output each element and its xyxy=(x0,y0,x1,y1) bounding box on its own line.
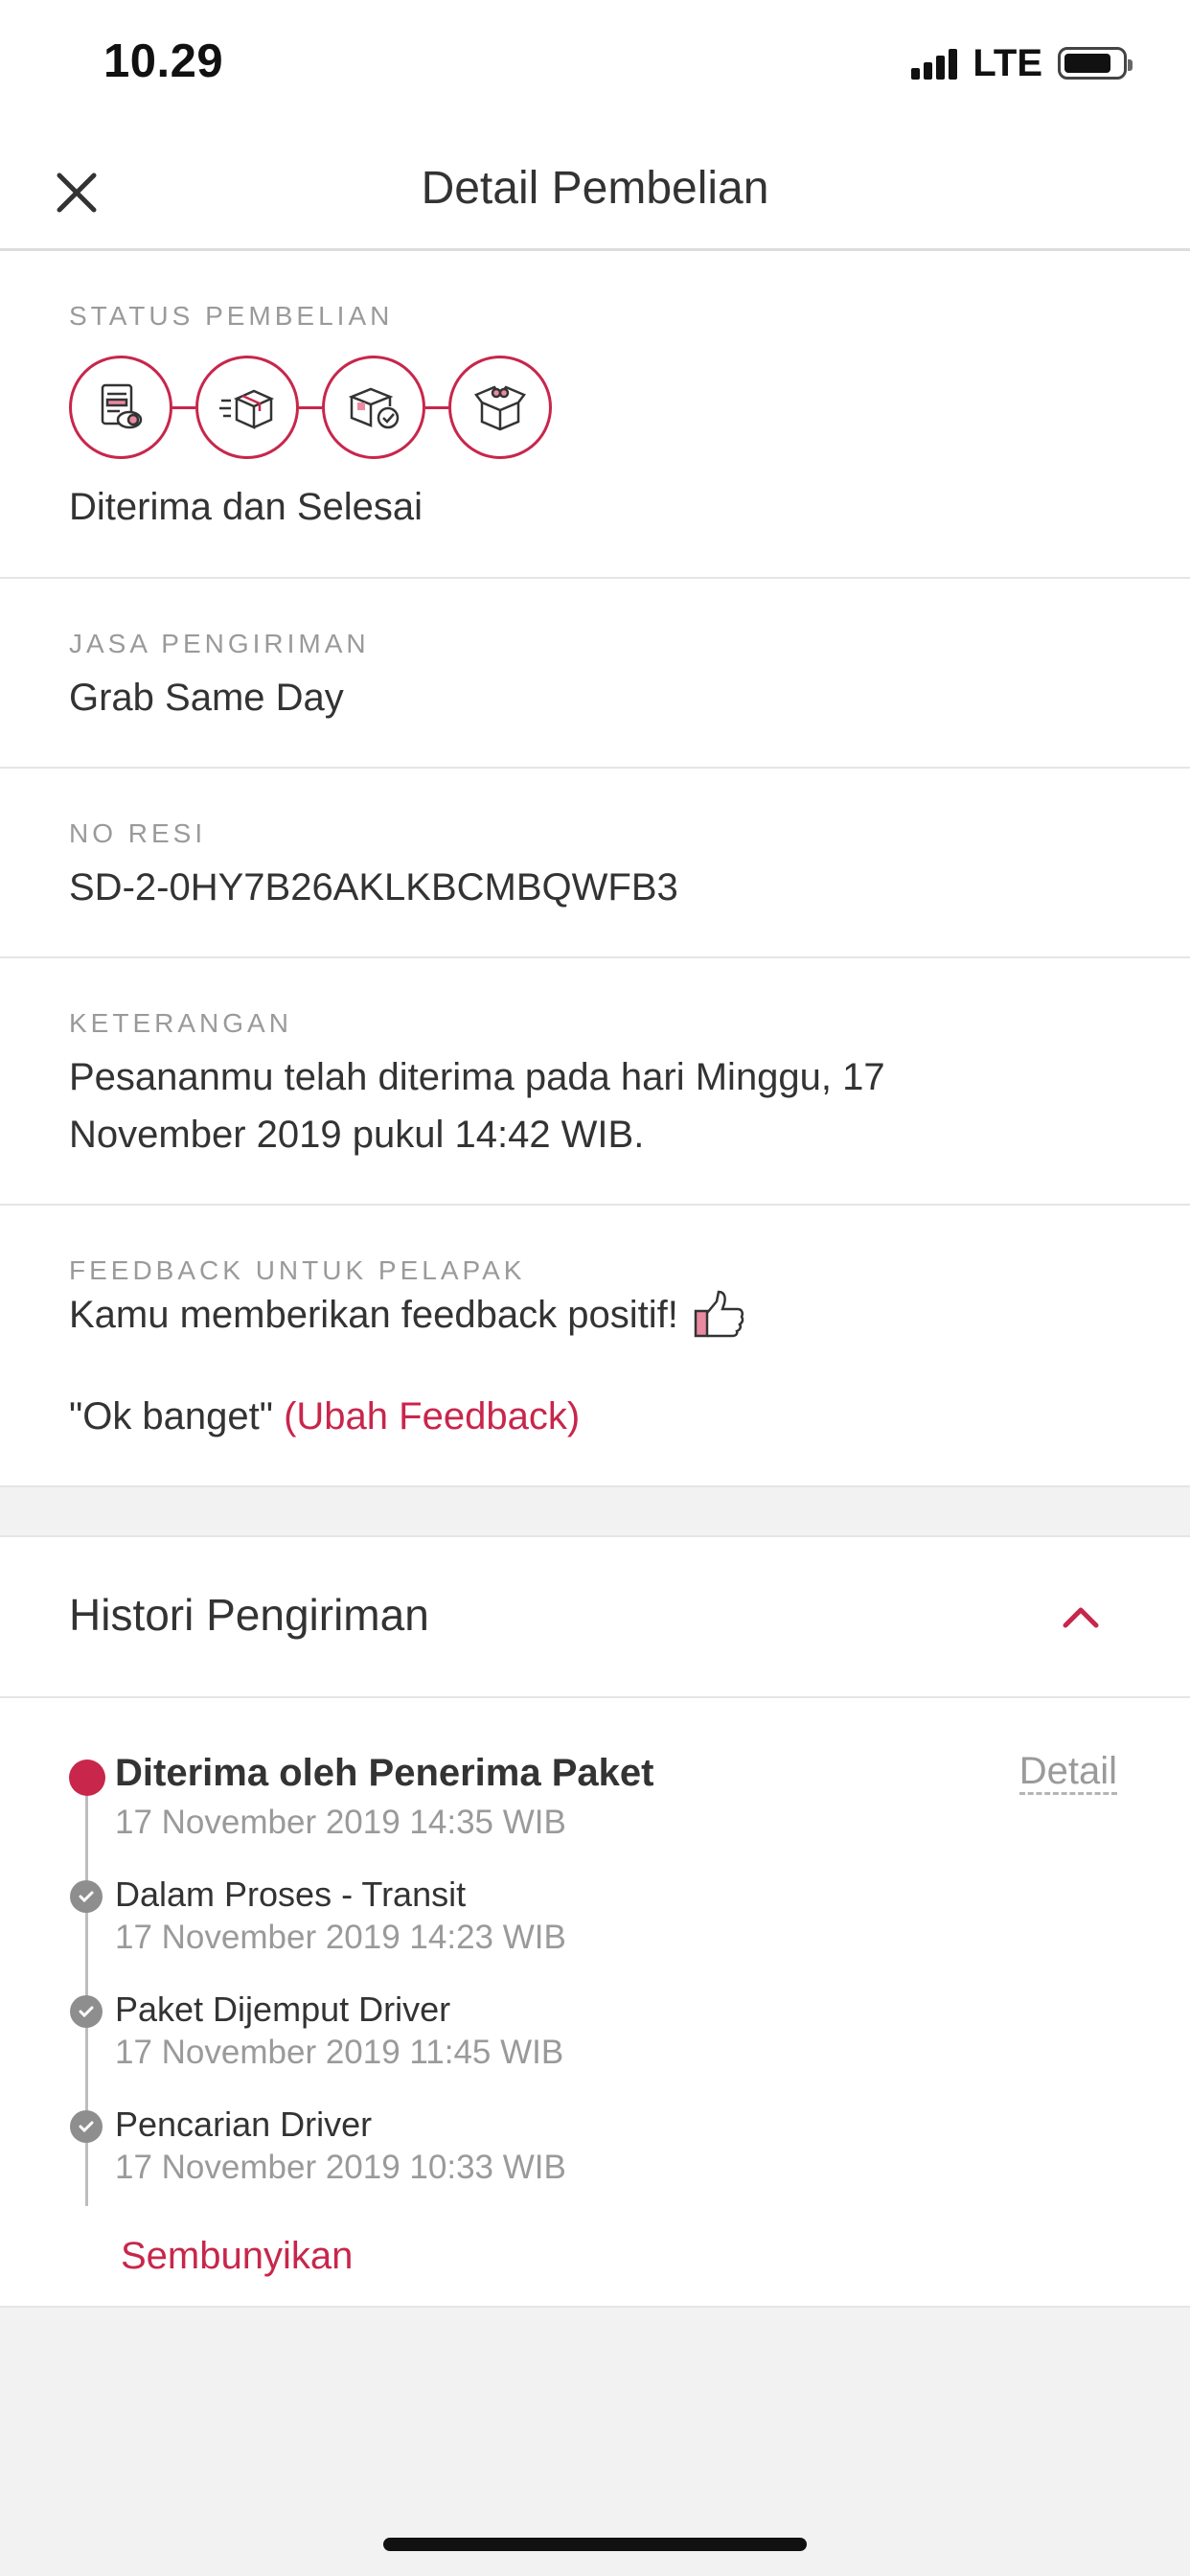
feedback-quote-row: "Ok banget" (Ubah Feedback) xyxy=(69,1388,580,1445)
detail-link[interactable]: Detail xyxy=(1018,1750,1117,1795)
feedback-message: Kamu memberikan feedback positif! xyxy=(69,1294,678,1336)
purchase-status-steps xyxy=(69,356,552,459)
notes-label: KETERANGAN xyxy=(69,1008,292,1038)
thumbs-up-icon xyxy=(694,1290,744,1338)
timeline-item-title: Diterima oleh Penerima Paket xyxy=(115,1752,654,1794)
invoice-icon xyxy=(101,383,143,429)
shipping-timeline: Detail Diterima oleh Penerima Paket 17 N… xyxy=(0,1698,1190,2308)
purchase-status-value: Diterima dan Selesai xyxy=(69,486,423,528)
timeline-item-time: 17 November 2019 10:33 WIB xyxy=(115,2149,566,2186)
network-type: LTE xyxy=(973,41,1042,84)
hide-history-link[interactable]: Sembunyikan xyxy=(121,2235,353,2278)
status-indicators: LTE xyxy=(911,41,1133,84)
status-bar: 10.29 LTE xyxy=(0,0,1190,129)
step-connector xyxy=(299,405,322,409)
receipt-label: NO RESI xyxy=(69,818,207,848)
timeline-item-title: Paket Dijemput Driver xyxy=(115,1990,451,2029)
feedback-section: FEEDBACK UNTUK PELAPAK Kamu memberikan f… xyxy=(0,1206,1190,1487)
history-title: Histori Pengiriman xyxy=(69,1590,429,1640)
timeline-item-title: Dalam Proses - Transit xyxy=(115,1874,467,1914)
timeline-item-title: Pencarian Driver xyxy=(115,2104,373,2144)
nav-bar: Detail Pembelian xyxy=(0,129,1190,251)
notes-line-1: Pesananmu telah diterima pada hari Mingg… xyxy=(69,1056,885,1098)
shipping-service-section: JASA PENGIRIMAN Grab Same Day xyxy=(0,579,1190,769)
check-icon xyxy=(70,2110,103,2143)
open-gift-box-icon xyxy=(474,385,526,431)
check-icon xyxy=(70,1880,103,1913)
check-icon xyxy=(70,1995,103,2028)
receipt-section: NO RESI SD-2-0HY7B26AKLKBCMBQWFB3 xyxy=(0,769,1190,958)
shipping-service-value: Grab Same Day xyxy=(69,677,344,719)
signal-icon xyxy=(911,47,961,80)
notes-section: KETERANGAN Pesananmu telah diterima pada… xyxy=(0,958,1190,1206)
page-title: Detail Pembelian xyxy=(421,163,769,214)
feedback-message-row: Kamu memberikan feedback positif! xyxy=(69,1286,745,1344)
shipping-box-icon xyxy=(219,389,275,429)
chevron-up-icon[interactable] xyxy=(1060,1597,1102,1639)
box-check-icon xyxy=(348,387,400,429)
step-shipping xyxy=(195,356,299,459)
feedback-quote: "Ok banget" xyxy=(69,1395,273,1438)
status-time: 10.29 xyxy=(103,35,224,87)
timeline-dot-active xyxy=(69,1760,105,1796)
feedback-label: FEEDBACK UNTUK PELAPAK xyxy=(69,1255,526,1285)
purchase-status-label: STATUS PEMBELIAN xyxy=(69,301,394,331)
timeline-item-time: 17 November 2019 14:23 WIB xyxy=(115,1919,566,1956)
change-feedback-link[interactable]: (Ubah Feedback) xyxy=(284,1395,580,1438)
shipping-service-label: JASA PENGIRIMAN xyxy=(69,629,370,658)
history-header[interactable]: Histori Pengiriman xyxy=(0,1535,1190,1698)
step-completed xyxy=(448,356,552,459)
home-indicator[interactable] xyxy=(383,2538,807,2551)
receipt-number: SD-2-0HY7B26AKLKBCMBQWFB3 xyxy=(69,866,678,908)
step-delivered xyxy=(322,356,425,459)
battery-icon xyxy=(1058,47,1133,80)
step-connector xyxy=(425,405,448,409)
timeline-item-time: 17 November 2019 11:45 WIB xyxy=(115,2034,564,2071)
step-connector xyxy=(172,405,195,409)
notes-line-2: November 2019 pukul 14:42 WIB. xyxy=(69,1114,645,1156)
step-invoice xyxy=(69,356,172,459)
timeline-item-time: 17 November 2019 14:35 WIB xyxy=(115,1804,566,1841)
